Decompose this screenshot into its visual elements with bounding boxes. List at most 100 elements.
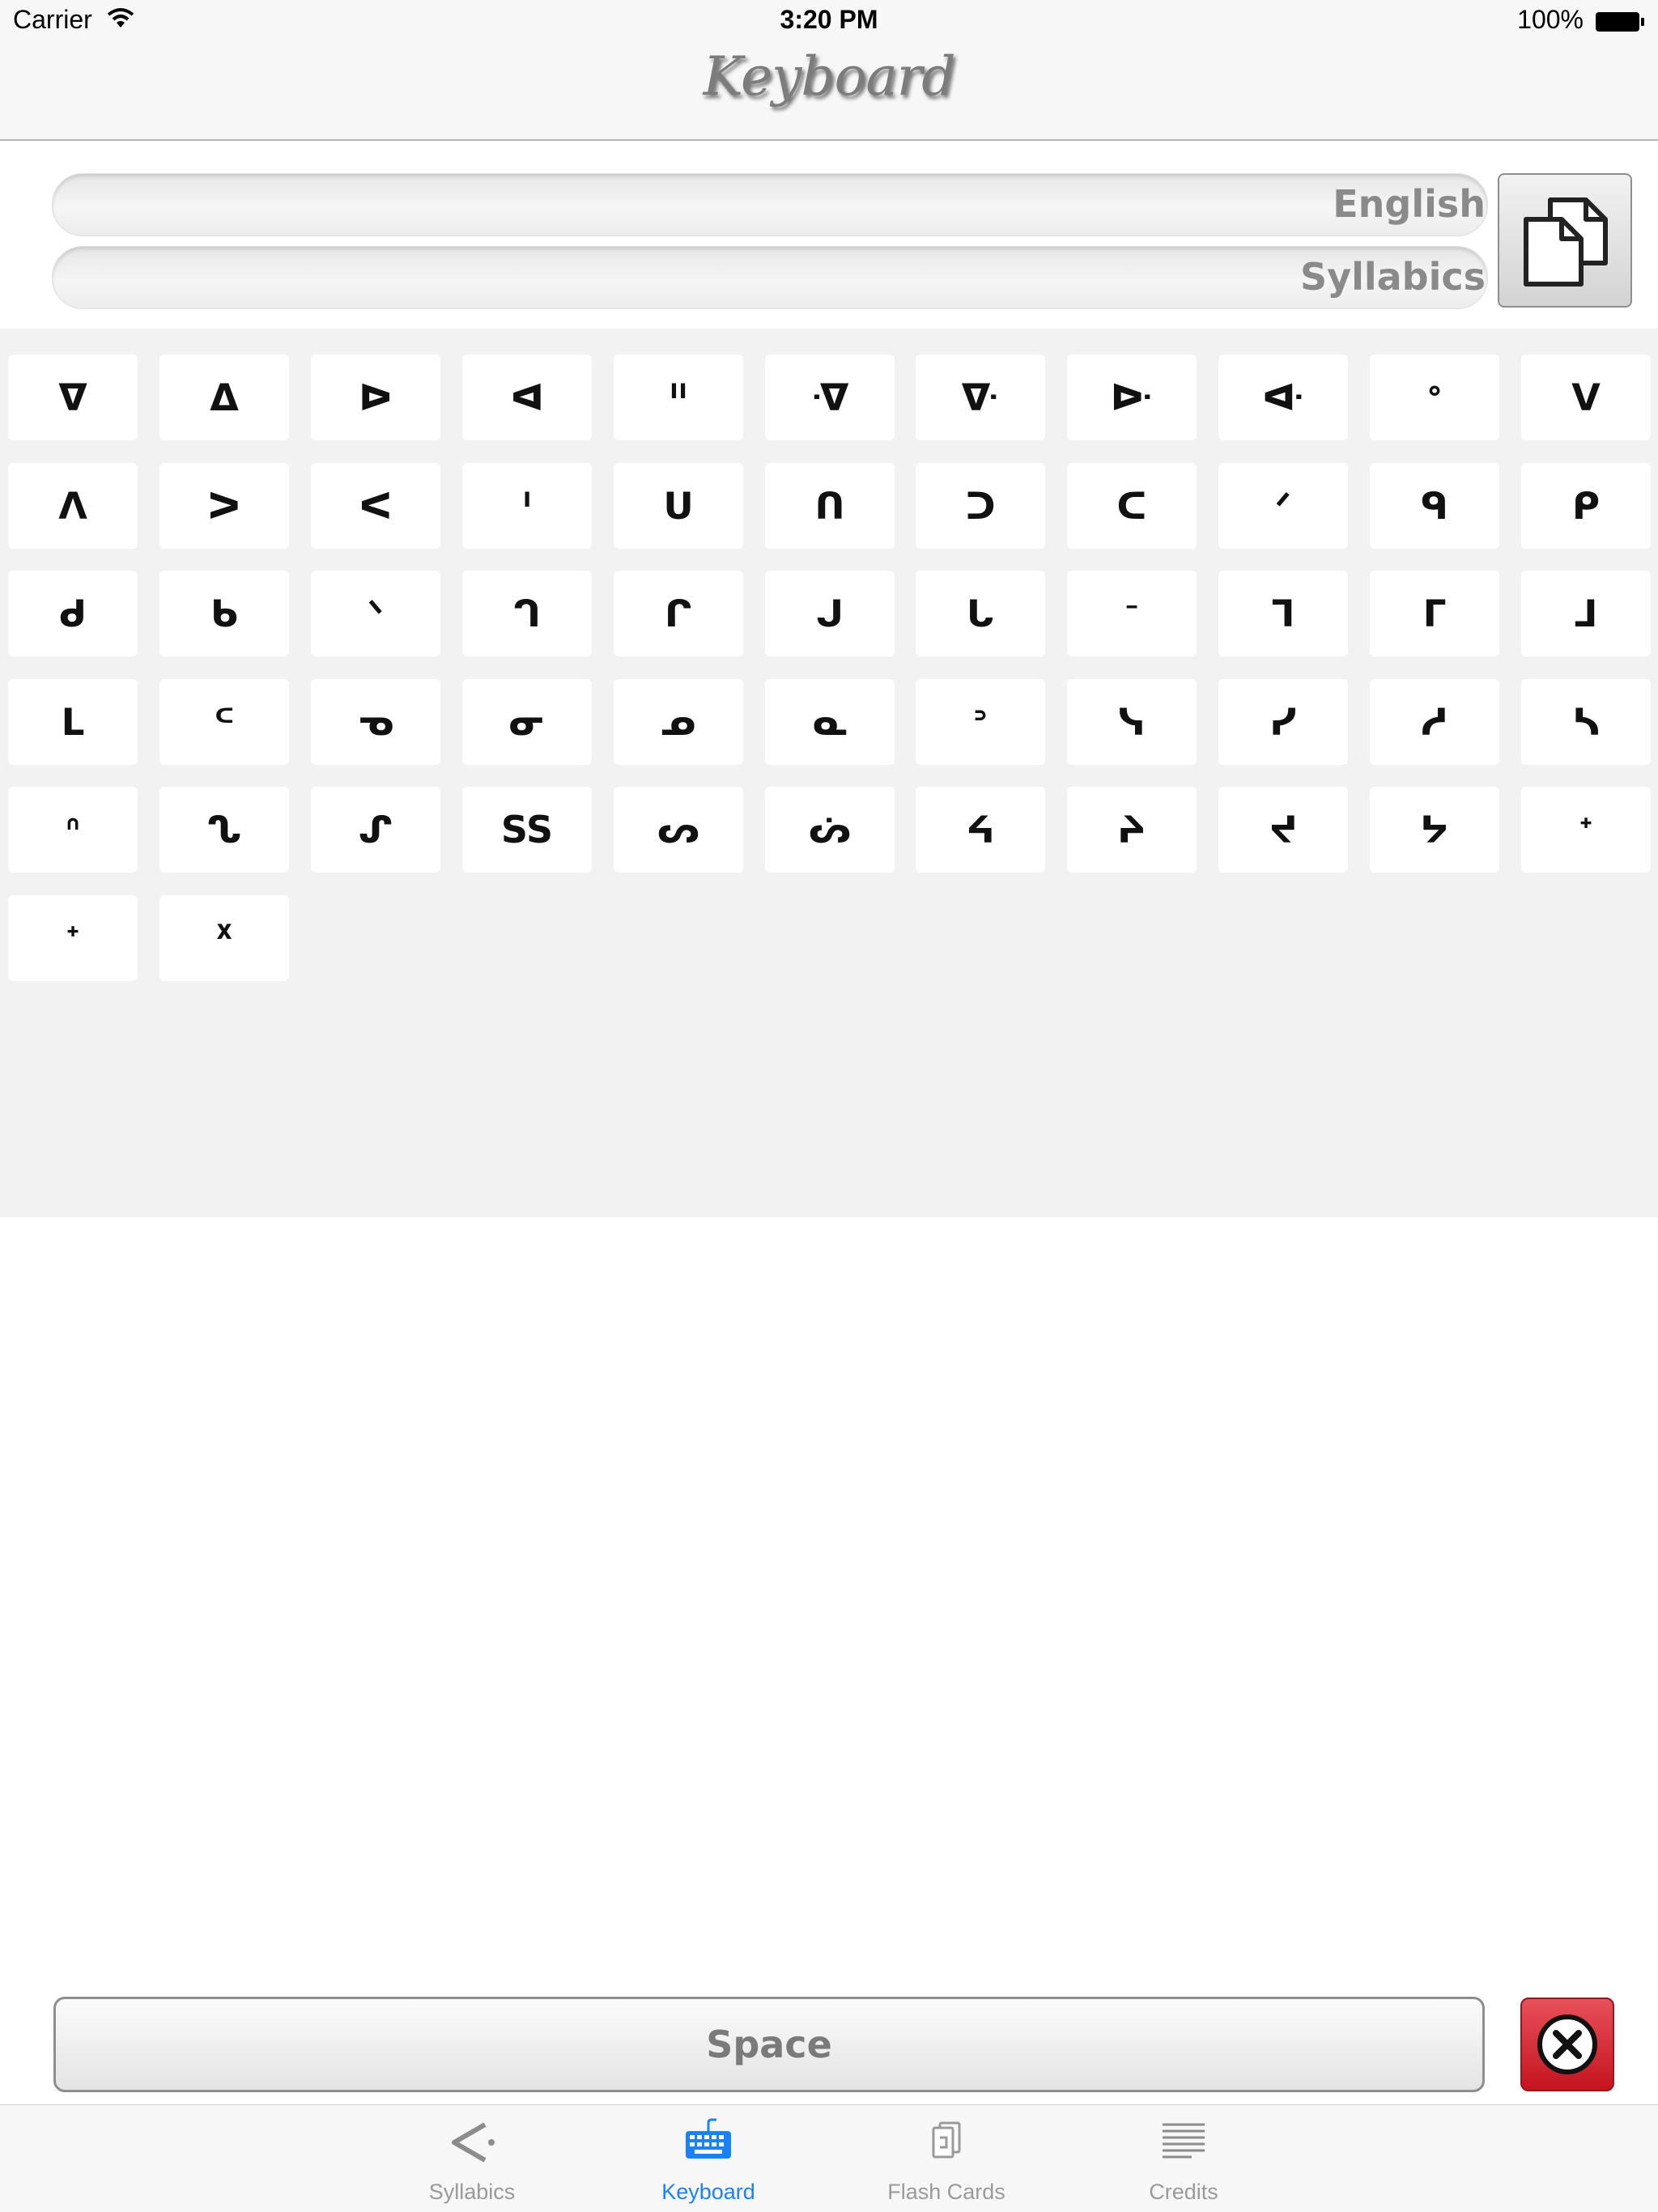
syllabic-key-label: ᒣ	[1271, 592, 1295, 635]
english-placeholder: English	[1333, 182, 1486, 226]
syllabic-key[interactable]: ᕁ	[159, 895, 289, 981]
tab-flash-cards[interactable]: Flash Cards	[865, 2105, 1027, 2212]
syllabic-key-label: ᔪ	[1269, 808, 1298, 851]
syllabic-key-label: ᐌ	[810, 376, 849, 419]
syllabic-key[interactable]: ᔐ	[159, 787, 289, 872]
syllabic-key[interactable]: ᐃ	[159, 355, 289, 440]
syllabic-key-label: ᐸ	[359, 484, 393, 528]
syllabic-key[interactable]: ᐯ	[1521, 355, 1651, 440]
syllabic-key-label: ᓯ	[1269, 700, 1297, 744]
syllabic-key[interactable]: ᓇ	[765, 679, 895, 765]
syllabic-key[interactable]: ᒉ	[462, 571, 592, 656]
syllabic-key-label: ᒼ	[214, 700, 235, 744]
syllabic-key[interactable]: ᔪ	[1218, 787, 1348, 872]
syllabic-key-label: ᔑ	[358, 808, 393, 851]
syllabic-key[interactable]: ᓯ	[1218, 679, 1348, 765]
syllabic-key[interactable]: ᐢ	[8, 787, 138, 872]
syllabic-key[interactable]: ᐣ	[916, 679, 1045, 765]
syllabic-key-label: ᓭ	[1118, 700, 1146, 744]
syllabic-key[interactable]: SS	[462, 787, 592, 872]
syllabic-key-label: ᐳ	[207, 484, 241, 528]
syllabic-key[interactable]: ᔭ	[1370, 787, 1499, 872]
syllabic-key[interactable]: ᑎ	[765, 463, 895, 549]
syllabic-key[interactable]: ᐤ	[1370, 355, 1499, 440]
syllabic-key[interactable]: ᒥ	[1370, 571, 1499, 656]
syllabic-key[interactable]: ᐦ	[614, 355, 743, 440]
syllabic-key[interactable]: ᒼ	[159, 679, 289, 765]
syllabic-key-label: ᐠ	[368, 592, 384, 635]
syllabic-key-label: ᑭ	[1571, 484, 1601, 528]
syllabic-key[interactable]: ᔨ	[1067, 787, 1197, 872]
syllabic-key[interactable]: ᐟ	[1218, 463, 1348, 549]
syllabic-key-label: ᕁ	[215, 916, 234, 960]
syllabics-keyboard: ᐁ ᐃ ᐅ ᐊ ᐦ ᐌ ᐍ ᐓ ᐘ ᐤ ᐯ ᐱ ᐳ ᐸ ᑊ ᑌ ᑎ ᑐ ᑕ ᐟ ᑫ ᑭ ᑯ ᑲ ᐠ ᒉ ᒋ ᒍ ᒐ ᐨ ᒣ ᒥ ᒧ ᒪ ᒼ ᓀ ᓂ ᓄ ᓇ ᐣ…	[0, 329, 1658, 1217]
syllabic-key[interactable]: ᓭ	[1067, 679, 1197, 765]
syllabics-placeholder: Syllabics	[1299, 255, 1486, 299]
english-text-field[interactable]: English	[52, 173, 1488, 236]
syllabic-key[interactable]: ᐓ	[1067, 355, 1197, 440]
syllabic-key-label: ᐊ	[510, 376, 544, 419]
syllabic-key-label: ᔭ	[1420, 808, 1449, 851]
syllabic-key[interactable]: ᓀ	[311, 679, 440, 765]
syllabic-key[interactable]: ᒐ	[916, 571, 1045, 656]
syllabic-key[interactable]: ᐊ	[462, 355, 592, 440]
tab-credits[interactable]: Credits	[1103, 2105, 1265, 2212]
syllabics-text-field[interactable]: Syllabics	[52, 246, 1488, 309]
syllabic-key[interactable]: ᓄ	[614, 679, 743, 765]
syllabic-key-label: ᓂ	[508, 700, 546, 744]
syllabic-key[interactable]: ᔖ	[765, 787, 895, 872]
syllabic-key[interactable]: ᑲ	[159, 571, 289, 656]
syllabic-key[interactable]: ᔑ	[311, 787, 440, 872]
syllabic-key-label: ᒧ	[1574, 592, 1598, 635]
syllabic-key[interactable]: ᓱ	[1370, 679, 1499, 765]
syllabic-key[interactable]: ᒪ	[8, 679, 138, 765]
syllabic-key[interactable]: ᒋ	[614, 571, 743, 656]
syllabic-key[interactable]: ᒣ	[1218, 571, 1348, 656]
syllabic-key-label: ᓴ	[1572, 700, 1600, 744]
syllabic-key[interactable]: ᐍ	[916, 355, 1045, 440]
syllabic-key[interactable]: ᒍ	[765, 571, 895, 656]
syllabic-key-label: ᑫ	[1420, 484, 1449, 528]
syllabic-key-label: ᔐ	[206, 808, 242, 851]
syllabic-key[interactable]: ᕀ	[8, 895, 138, 981]
syllabic-key[interactable]: ᑕ	[1067, 463, 1197, 549]
syllabic-key-label: ᑐ	[965, 484, 996, 528]
syllabic-key[interactable]: ᐳ	[159, 463, 289, 549]
syllabic-key[interactable]: ᐩ	[1521, 787, 1651, 872]
syllabic-key[interactable]: ᑭ	[1521, 463, 1651, 549]
syllabic-key[interactable]: ᓂ	[462, 679, 592, 765]
syllabic-key[interactable]: ᐱ	[8, 463, 138, 549]
syllabic-key[interactable]: ᐅ	[311, 355, 440, 440]
copy-button[interactable]	[1498, 173, 1632, 308]
syllabic-key[interactable]: ᑯ	[8, 571, 138, 656]
syllabic-key-label: ᐣ	[972, 700, 988, 744]
syllabic-key[interactable]: ᐁ	[8, 355, 138, 440]
syllabic-key-label: ᐦ	[670, 376, 687, 419]
delete-button[interactable]	[1520, 1998, 1614, 2091]
syllabic-key-label: ᐍ	[961, 376, 1000, 419]
syllabic-key[interactable]: ᔦ	[916, 787, 1045, 872]
syllabic-key[interactable]: ᑊ	[462, 463, 592, 549]
space-button[interactable]: Space	[53, 1997, 1485, 2092]
syllabic-key[interactable]: ᐨ	[1067, 571, 1197, 656]
syllabic-key-label: ᐯ	[1571, 376, 1601, 419]
syllabic-key[interactable]: ᑐ	[916, 463, 1045, 549]
syllabic-key[interactable]: ᒧ	[1521, 571, 1651, 656]
tab-label: Keyboard	[661, 2180, 755, 2204]
tab-keyboard[interactable]: Keyboard	[627, 2105, 789, 2212]
syllabic-key[interactable]: ᔕ	[614, 787, 743, 872]
syllabic-key[interactable]: ᓴ	[1521, 679, 1651, 765]
text-fields-area: English Syllabics	[0, 141, 1658, 329]
syllabic-key[interactable]: ᑫ	[1370, 463, 1499, 549]
syllabic-key[interactable]: ᐘ	[1218, 355, 1348, 440]
syllabic-key-label: SS	[500, 808, 554, 851]
syllabic-key[interactable]: ᐸ	[311, 463, 440, 549]
syllabic-key[interactable]: ᐠ	[311, 571, 440, 656]
tab-syllabics[interactable]: Syllabics	[391, 2105, 553, 2212]
syllabics-icon	[452, 2122, 495, 2163]
syllabic-key-label: ᒐ	[966, 592, 995, 635]
syllabic-key-label: ᒥ	[1422, 592, 1447, 635]
syllabic-key[interactable]: ᑌ	[614, 463, 743, 549]
syllabic-key[interactable]: ᐌ	[765, 355, 895, 440]
battery-icon	[1596, 12, 1644, 32]
